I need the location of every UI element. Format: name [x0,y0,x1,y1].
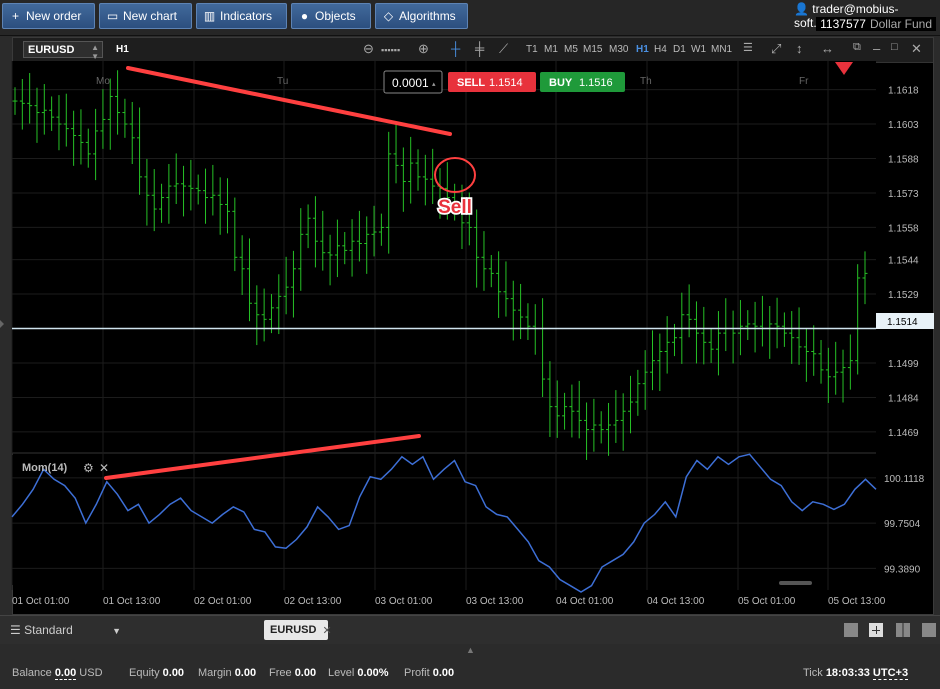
level: Level 0.00% [328,667,389,679]
price-tick-label: 1.1603 [888,120,919,131]
quantity-value: 0.0001 [392,76,429,90]
indicator-settings-icon: ⚙ [83,461,94,475]
timezone-selector[interactable]: UTC+3 [872,667,909,680]
price-tick-label: 1.1469 [888,428,919,439]
price-tick-label: 1.1558 [888,223,919,234]
price-chart[interactable]: 1.1618 1.1603 1.1588 1.1573 1.1558 1.1544 1.15… [0,0,940,615]
equity: Equity 0.00 [129,667,185,679]
price-pane [12,61,876,453]
left-collapse-icon [0,320,4,328]
workspace-bar: ☰ Standard ▼ EURUSD ✕ [0,615,940,644]
layout-grid-icon[interactable] [869,623,883,637]
layout-single-icon[interactable] [844,623,858,637]
buy-button-price: 1.1516 [579,77,613,89]
workspace-selector[interactable]: ☰ Standard ▼ [10,623,121,637]
tick-time: Tick 18:03:33 UTC+3 [803,667,909,680]
panel-toggle-icon[interactable]: ▲ [466,645,475,655]
quantity-spinner-icon: ▴ [432,81,436,88]
current-price-tag-label: 1.1514 [887,317,918,328]
price-tick-label: 1.1573 [888,189,919,200]
free: Free 0.00 [269,667,317,679]
price-tick-label: 1.1529 [888,290,919,301]
momentum-tick-label: 99.3890 [884,564,921,575]
time-axis-label: 03 Oct 13:00 [466,596,524,607]
price-tick-label: 1.1499 [888,359,919,370]
horizontal-scrollbar [779,581,812,585]
time-axis-label: 01 Oct 13:00 [103,596,161,607]
momentum-tick-label: 99.7504 [884,519,921,530]
buy-button-label: BUY [549,77,573,89]
day-label: Tu [277,76,288,87]
day-label: Th [640,76,652,87]
price-tick-label: 1.1544 [888,256,919,267]
layout-columns-icon[interactable] [896,623,910,637]
day-label: Mo [96,76,110,87]
time-axis-label: 05 Oct 01:00 [738,596,796,607]
indicator-label: Mom(14) [22,462,68,474]
price-tick-label: 1.1588 [888,155,919,166]
menu-icon: ☰ [10,623,21,637]
sell-button-price: 1.1514 [489,77,523,89]
dropdown-icon: ▼ [112,626,122,636]
time-axis-label: 05 Oct 13:00 [828,596,886,607]
time-axis-label: 03 Oct 01:00 [375,596,433,607]
day-label: Fr [799,76,809,87]
tab-eurusd[interactable]: EURUSD ✕ [264,620,332,640]
time-axis-label: 02 Oct 01:00 [194,596,252,607]
sell-button-label: SELL [457,77,485,89]
time-axis-label: 01 Oct 01:00 [12,596,70,607]
time-axis-label: 04 Oct 13:00 [647,596,705,607]
margin: Margin 0.00 [198,667,257,679]
price-tick-label: 1.1618 [888,86,919,97]
momentum-tick-label: 100.1118 [884,474,925,485]
sell-signal-label: Sell [438,197,472,218]
time-axis-label: 04 Oct 01:00 [556,596,614,607]
indicator-close-icon: ✕ [99,461,109,475]
layout-split-icon[interactable] [922,623,936,637]
time-axis-label: 02 Oct 13:00 [284,596,342,607]
profit: Profit 0.00 [404,667,455,679]
status-bar: Balance 0.00 USD Equity 0.00 Margin 0.00… [0,655,940,689]
tab-close-icon[interactable]: ✕ [322,624,331,637]
balance: Balance 0.00 USD [12,667,103,680]
price-tick-label: 1.1484 [888,393,919,404]
